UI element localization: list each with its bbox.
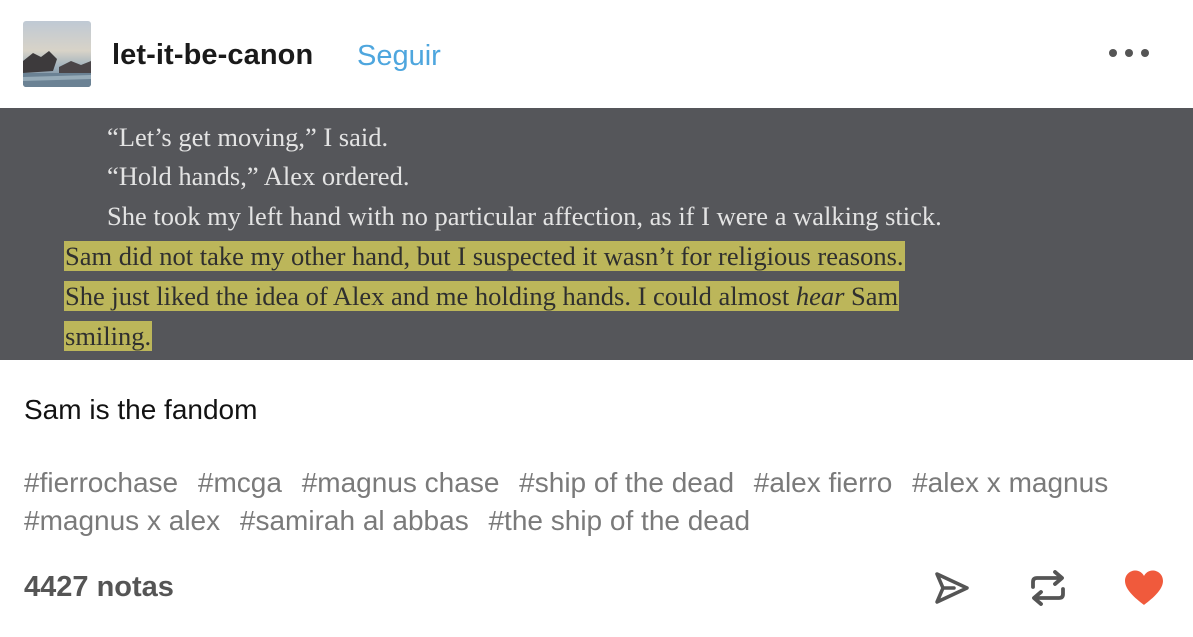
avatar[interactable] — [23, 21, 91, 87]
book-line: “Let’s get moving,” I said. — [107, 122, 389, 152]
blog-username[interactable]: let-it-be-canon — [112, 38, 313, 72]
reblog-icon[interactable] — [1027, 570, 1069, 606]
tag-link[interactable]: #ship of the dead — [519, 467, 734, 498]
send-icon[interactable] — [932, 570, 972, 606]
tag-link[interactable]: #alex x magnus — [912, 467, 1108, 498]
more-horizontal-icon[interactable] — [1106, 42, 1152, 64]
heart-icon[interactable] — [1123, 569, 1165, 607]
tag-link[interactable]: #the ship of the dead — [488, 505, 750, 536]
follow-button[interactable]: Seguir — [357, 39, 441, 73]
tag-link[interactable]: #magnus x alex — [24, 505, 220, 536]
post-tags: #fierrochase #mcga #magnus chase #ship o… — [24, 464, 1174, 540]
post-header: let-it-be-canon Seguir — [0, 0, 1193, 108]
book-excerpt-image: “Let’s get moving,” I said. “Hold hands,… — [0, 108, 1193, 360]
tag-link[interactable]: #alex fierro — [754, 467, 893, 498]
notes-count[interactable]: 4427 notas — [24, 569, 174, 605]
post-caption: Sam is the fandom — [24, 394, 258, 425]
book-line: “Hold hands,” Alex ordered. — [107, 161, 410, 191]
book-line-highlighted: Sam did not take my other hand, but I su… — [64, 241, 905, 271]
tag-link[interactable]: #samirah al abbas — [240, 505, 469, 536]
book-line-highlighted: She just liked the idea of Alex and me h… — [64, 281, 900, 311]
tag-link[interactable]: #fierrochase — [24, 467, 178, 498]
tag-link[interactable]: #mcga — [198, 467, 282, 498]
book-line-highlighted: smiling. — [64, 321, 153, 351]
tag-link[interactable]: #magnus chase — [302, 467, 500, 498]
book-line: She took my left hand with no particular… — [107, 201, 942, 231]
